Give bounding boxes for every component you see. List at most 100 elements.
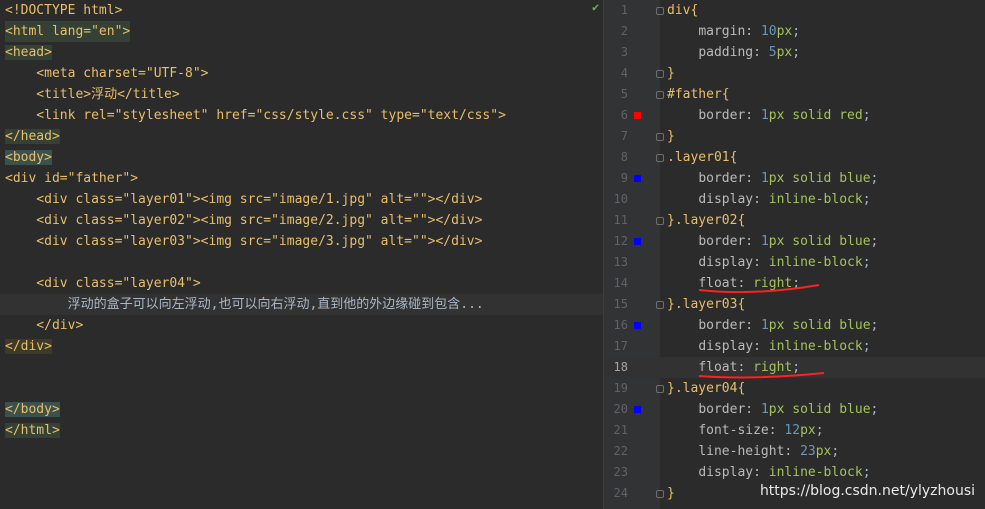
code-text: </div> — [5, 318, 84, 333]
line-number: 21 — [613, 423, 628, 437]
css-code-line[interactable]: 2 margin: 10px; — [604, 21, 985, 42]
code-line[interactable]: <div class="layer02"><img src="image/2.j… — [0, 210, 604, 231]
code-text: border: 1px solid blue; — [698, 318, 879, 333]
red-color-swatch-icon[interactable] — [634, 112, 641, 119]
code-text: </div> — [5, 339, 52, 354]
line-number: 17 — [613, 339, 628, 353]
line-number: 18 — [613, 360, 628, 374]
fold-icon[interactable] — [656, 217, 664, 225]
code-line[interactable] — [0, 378, 604, 399]
css-code-line[interactable]: 12 border: 1px solid blue; — [604, 231, 985, 252]
fold-icon[interactable] — [656, 91, 664, 99]
line-number: 5 — [620, 87, 628, 101]
watermark: https://blog.csdn.net/ylyzhousi — [759, 483, 975, 499]
fold-icon[interactable] — [656, 133, 664, 141]
css-code-line[interactable]: 5 #father{ — [604, 84, 985, 105]
blue-color-swatch-icon[interactable] — [634, 406, 641, 413]
code-line[interactable]: <div id="father"> — [0, 168, 604, 189]
fold-icon[interactable] — [656, 154, 664, 162]
code-text: display: inline-block; — [698, 465, 871, 480]
css-code-line[interactable]: 1 div{ — [604, 0, 985, 21]
fold-icon[interactable] — [656, 70, 664, 78]
code-line[interactable]: <title>浮动</title> — [0, 84, 604, 105]
line-number: 6 — [620, 108, 628, 122]
code-line[interactable]: </html> — [0, 420, 604, 441]
fold-icon[interactable] — [656, 490, 664, 498]
line-number: 3 — [620, 45, 628, 59]
fold-icon[interactable] — [656, 301, 664, 309]
code-line[interactable] — [0, 357, 604, 378]
code-text: <title>浮动</title> — [5, 87, 180, 102]
code-text: }.layer02{ — [667, 213, 746, 228]
code-text: <meta charset="UTF-8"> — [5, 66, 209, 81]
line-number: 7 — [620, 129, 628, 143]
code-text: #father{ — [667, 87, 730, 102]
line-number: 4 — [620, 66, 628, 80]
code-text: } — [667, 486, 675, 501]
code-text: <div class="layer01"><img src="image/1.j… — [5, 192, 483, 207]
code-text: 浮动的盒子可以向左浮动,也可以向右浮动,直到他的外边缘碰到包含... — [5, 297, 484, 312]
fold-icon[interactable] — [656, 385, 664, 393]
line-number: 15 — [613, 297, 628, 311]
code-line[interactable]: <div class="layer04"> — [0, 273, 604, 294]
css-code-line[interactable]: 9 border: 1px solid blue; — [604, 168, 985, 189]
css-code-line[interactable]: 4} — [604, 63, 985, 84]
code-line[interactable]: <!DOCTYPE html> — [0, 0, 604, 21]
css-code-line[interactable]: 13 display: inline-block; — [604, 252, 985, 273]
blue-color-swatch-icon[interactable] — [634, 322, 641, 329]
line-number: 12 — [613, 234, 628, 248]
css-code-line[interactable]: 20 border: 1px solid blue; — [604, 399, 985, 420]
code-text: border: 1px solid blue; — [698, 234, 879, 249]
line-number: 11 — [613, 213, 628, 227]
code-text: <div class="layer03"><img src="image/3.j… — [5, 234, 483, 249]
code-line[interactable]: <meta charset="UTF-8"> — [0, 63, 604, 84]
code-text: .layer01{ — [667, 150, 738, 165]
fold-icon[interactable] — [656, 7, 664, 15]
css-code-line[interactable]: 11 }.layer02{ — [604, 210, 985, 231]
css-code-line[interactable]: 7} — [604, 126, 985, 147]
css-code-line[interactable]: 23 display: inline-block; — [604, 462, 985, 483]
css-code-line[interactable]: 22 line-height: 23px; — [604, 441, 985, 462]
code-text: display: inline-block; — [698, 339, 871, 354]
red-underline-annotation — [698, 284, 820, 294]
code-line[interactable]: <head> — [0, 42, 604, 63]
line-number: 23 — [613, 465, 628, 479]
code-text: <div id="father"> — [5, 171, 139, 186]
code-line[interactable] — [0, 252, 604, 273]
css-code-line[interactable]: 16 border: 1px solid blue; — [604, 315, 985, 336]
line-number: 22 — [613, 444, 628, 458]
code-line[interactable]: <link rel="stylesheet" href="css/style.c… — [0, 105, 604, 126]
css-code-line[interactable]: 3 padding: 5px; — [604, 42, 985, 63]
blue-color-swatch-icon[interactable] — [634, 238, 641, 245]
code-text: display: inline-block; — [698, 255, 871, 270]
css-code-line[interactable]: 10 display: inline-block; — [604, 189, 985, 210]
code-text: </body> — [5, 402, 60, 417]
code-line[interactable]: <div class="layer03"><img src="image/3.j… — [0, 231, 604, 252]
code-text: border: 1px solid blue; — [698, 171, 879, 186]
code-text: } — [667, 129, 675, 144]
css-code-line[interactable]: 21 font-size: 12px; — [604, 420, 985, 441]
css-code-line[interactable]: 8 .layer01{ — [604, 147, 985, 168]
code-text: <!DOCTYPE html> — [5, 3, 123, 18]
code-text: <div class="layer04"> — [5, 276, 201, 291]
code-line[interactable]: </head> — [0, 126, 604, 147]
line-number: 8 — [620, 150, 628, 164]
css-editor-pane[interactable]: 1 div{2 margin: 10px; 3 padding: 5px; 4} 5 #f… — [604, 0, 985, 509]
code-line[interactable]: <div class="layer01"><img src="image/1.j… — [0, 189, 604, 210]
code-text: font-size: 12px; — [698, 423, 824, 438]
code-line-current[interactable]: 浮动的盒子可以向左浮动,也可以向右浮动,直到他的外边缘碰到包含... — [0, 294, 604, 315]
code-line[interactable]: </div> — [0, 336, 604, 357]
css-code-line[interactable]: 17 display: inline-block; — [604, 336, 985, 357]
code-line[interactable]: <html lang="en"> — [0, 21, 604, 42]
html-editor-pane[interactable]: ✔ <!DOCTYPE html> <html lang="en"> <head… — [0, 0, 604, 509]
blue-color-swatch-icon[interactable] — [634, 175, 641, 182]
code-line[interactable]: </body> — [0, 399, 604, 420]
code-text: </html> — [5, 423, 60, 438]
code-line[interactable]: <body> — [0, 147, 604, 168]
code-text: <link rel="stylesheet" href="css/style.c… — [5, 108, 506, 123]
code-line[interactable]: </div> — [0, 315, 604, 336]
css-code-line[interactable]: 6 border: 1px solid red; — [604, 105, 985, 126]
code-text: div{ — [667, 3, 699, 18]
code-text: display: inline-block; — [698, 192, 871, 207]
line-number: 9 — [620, 171, 628, 185]
